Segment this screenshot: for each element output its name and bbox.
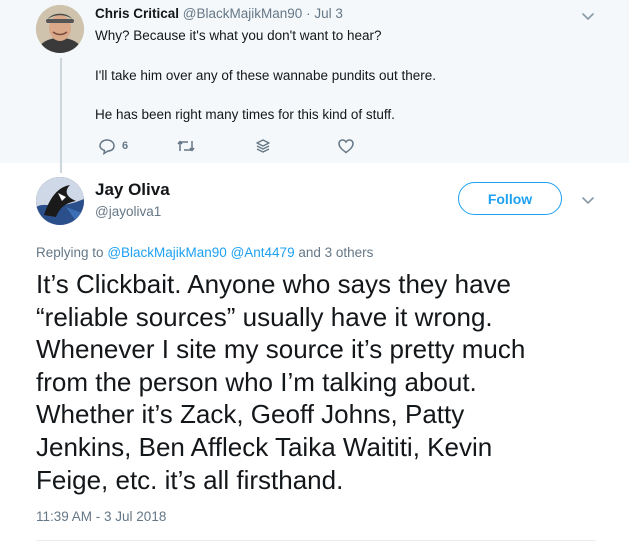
reply-button[interactable]: 6 <box>98 137 128 155</box>
direct-message-button[interactable] <box>254 137 272 155</box>
chevron-down-icon[interactable] <box>580 8 596 24</box>
direct-message-icon <box>256 139 270 153</box>
like-heart-icon <box>338 139 354 154</box>
follow-button[interactable]: Follow <box>458 182 562 215</box>
mention-link[interactable]: @BlackMajikMan90 <box>107 245 227 260</box>
retweet-icon <box>177 140 195 152</box>
tweet-text-line: “reliable sources” usually have it wrong… <box>36 301 493 332</box>
tweet-text-line: Whether it’s Zack, Geoff Johns, Patty <box>36 399 465 430</box>
tweet-text-line: He has been right many times for this ki… <box>95 107 395 122</box>
tweet-date[interactable]: Jul 3 <box>314 6 343 21</box>
author-name[interactable]: Chris Critical <box>95 6 179 21</box>
tweet-text-line: I'll take him over any of these wannabe … <box>95 68 437 83</box>
reply-count: 6 <box>122 140 129 152</box>
replying-prefix: Replying to <box>36 245 104 260</box>
replying-to: Replying to @BlackMajikMan90 @Ant4479 an… <box>36 245 373 260</box>
replying-others[interactable]: and 3 others <box>298 245 373 260</box>
thread-connector-line <box>60 58 62 173</box>
tweet-text-line: It’s Clickbait. Anyone who says they hav… <box>36 269 511 299</box>
author-name[interactable]: Jay Oliva <box>95 180 170 200</box>
avatar-photo <box>36 5 84 53</box>
parent-tweet[interactable]: Chris Critical @BlackMajikMan90 · Jul 3 … <box>0 0 629 163</box>
tweet-text-line: Feige, etc. it’s all firsthand. <box>36 464 344 495</box>
avatar[interactable] <box>36 177 84 225</box>
tweet-text-line: Jenkins, Ben Affleck Taika Waititi, Kevi… <box>36 431 493 462</box>
author-handle[interactable]: @jayoliva1 <box>95 204 161 219</box>
tweet-text-line: from the person who I’m talking about. <box>36 366 477 397</box>
reply-icon <box>99 139 115 155</box>
separator-dot: · <box>306 6 311 21</box>
author-handle[interactable]: @BlackMajikMan90 <box>183 6 303 21</box>
tweet-text-line: Whenever I site my source it’s pretty mu… <box>36 334 526 365</box>
tweet-text-line: Why? Because it's what you don't want to… <box>95 28 382 43</box>
avatar-illustration <box>36 177 84 225</box>
chevron-down-icon[interactable] <box>580 192 596 208</box>
tweet-actions: 6 <box>95 137 395 157</box>
mention-link[interactable]: @Ant4479 <box>231 245 295 260</box>
like-button[interactable] <box>337 137 355 155</box>
parent-tweet-header: Chris Critical @BlackMajikMan90 · Jul 3 <box>95 6 343 21</box>
tweet-timestamp[interactable]: 11:39 AM - 3 Jul 2018 <box>36 509 166 524</box>
retweet-button[interactable] <box>176 137 196 155</box>
tweet-text: It’s Clickbait. Anyone who says they hav… <box>36 268 606 496</box>
avatar[interactable] <box>36 5 84 53</box>
